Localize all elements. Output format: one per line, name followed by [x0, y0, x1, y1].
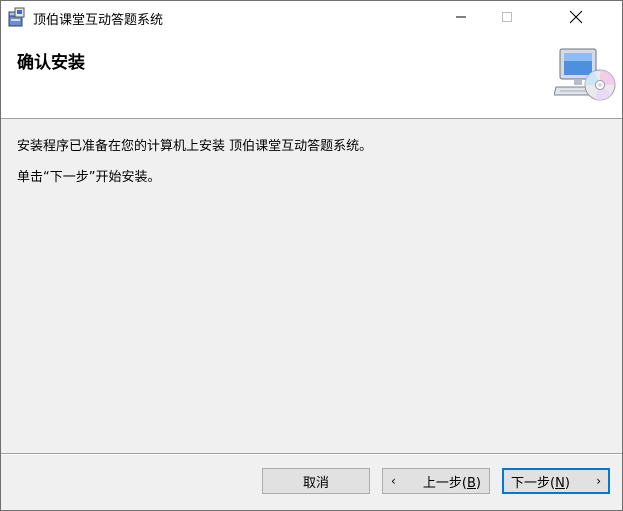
back-button[interactable]: ‹ 上一步(B): [382, 468, 490, 494]
cancel-button-label: 取消: [302, 475, 329, 491]
chevron-right-icon: ›: [596, 474, 601, 488]
title-bar[interactable]: 顶伯课堂互动答题系统: [1, 1, 622, 33]
page-title: 确认安装: [17, 53, 85, 73]
ready-message: 安装程序已准备在您的计算机上安装 顶伯课堂互动答题系统。: [17, 139, 373, 154]
installer-window: 顶伯课堂互动答题系统 确认安装 安装程序已准备在您的计算机上安装 顶伯课堂互动答…: [0, 0, 623, 511]
back-button-label: 上一步(B): [422, 475, 481, 491]
close-button[interactable]: [530, 1, 622, 33]
window-title: 顶伯课堂互动答题系统: [33, 13, 164, 28]
maximize-icon: [502, 12, 512, 22]
chevron-left-icon: ‹: [391, 474, 396, 488]
installer-package-icon: [8, 7, 25, 27]
next-button[interactable]: 下一步(N) ›: [502, 468, 610, 494]
next-button-label: 下一步(N): [511, 475, 570, 491]
cancel-button[interactable]: 取消: [262, 468, 370, 494]
computer-cd-icon: [554, 48, 616, 101]
minimize-button[interactable]: [438, 1, 484, 33]
footer-divider: [1, 453, 622, 455]
close-icon: [569, 10, 583, 24]
minimize-icon: [456, 16, 466, 18]
instruction-message: 单击“下一步”开始安装。: [17, 170, 161, 185]
header-banner: 确认安装: [1, 33, 622, 119]
maximize-button[interactable]: [484, 1, 530, 33]
